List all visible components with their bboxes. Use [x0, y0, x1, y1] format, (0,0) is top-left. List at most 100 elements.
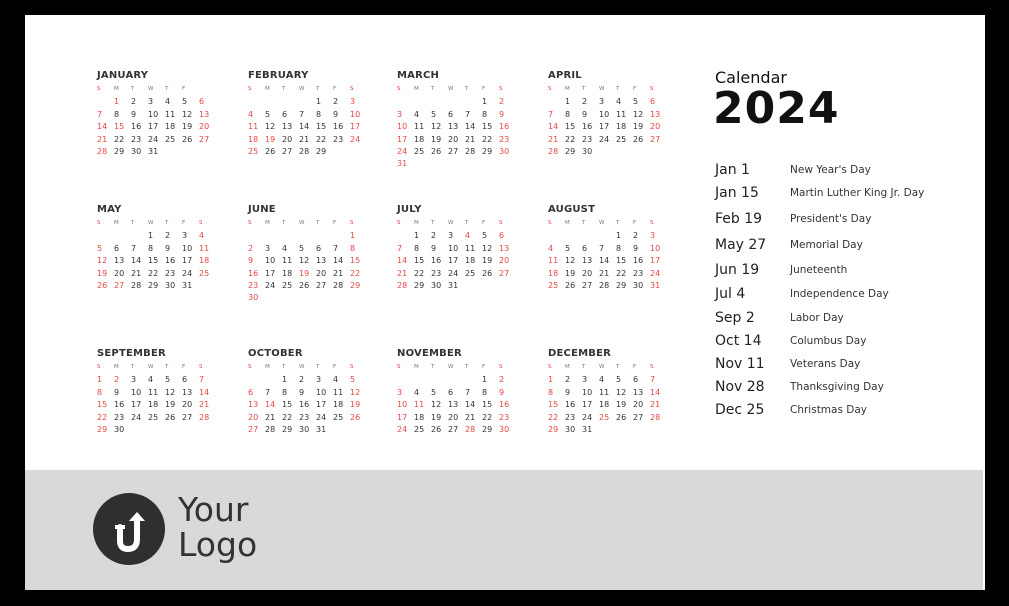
- day-cell: 13: [282, 122, 293, 132]
- day-cell: 22: [548, 412, 559, 422]
- day-cell: 22: [414, 268, 425, 278]
- month-day-grid: S M T W T F 1 2 3 4 5 6 7 8 9 10 11 12 13 14 15 16 17 18 19 20 21 2…: [97, 84, 227, 158]
- day-cell: 3: [148, 97, 154, 107]
- day-cell: 31: [582, 424, 593, 434]
- day-cell: 5: [482, 231, 488, 241]
- day-cell: 24: [182, 268, 193, 278]
- day-cell: 2: [431, 231, 437, 241]
- day-cell: 6: [114, 243, 120, 253]
- month-june: JUNE S M T W T F S 1 2 3 4 5 6 7 8 9 10 11 12 13 14 15 16 17 18 19…: [248, 204, 378, 305]
- day-cell: 30: [582, 146, 593, 156]
- logo-icon: [93, 493, 165, 565]
- day-cell: 20: [499, 256, 510, 266]
- holiday-day-cell: 19: [299, 268, 310, 278]
- day-cell: 4: [414, 387, 420, 397]
- day-cell: 27: [650, 134, 661, 144]
- day-cell: 15: [350, 256, 361, 266]
- holiday-row: Jul 4 Independence Day: [715, 286, 975, 306]
- day-cell: 9: [431, 243, 437, 253]
- day-cell: 8: [616, 243, 622, 253]
- day-cell: 11: [148, 387, 159, 397]
- holiday-name: Thanksgiving Day: [790, 381, 884, 393]
- month-name: FEBRUARY: [248, 70, 309, 81]
- day-cell: 19: [633, 122, 644, 132]
- empty-day-cell: [333, 230, 350, 242]
- day-cell: 20: [582, 268, 593, 278]
- day-cell: 17: [397, 134, 408, 144]
- day-cell: 17: [131, 400, 142, 410]
- day-cell: 15: [316, 122, 327, 132]
- holiday-name: Columbus Day: [790, 335, 867, 347]
- empty-day-cell: [448, 96, 465, 108]
- day-cell: 18: [165, 122, 176, 132]
- holiday-name: President's Day: [790, 213, 872, 225]
- day-cell: 20: [114, 268, 125, 278]
- day-cell: 19: [482, 256, 493, 266]
- month-day-grid: S M T W T F S 1 2 3 4 5 6 7 8 9 10 11 12 13 14 15 16 17 18 19 20 21…: [97, 218, 227, 292]
- day-cell: 10: [182, 243, 193, 253]
- day-cell: 25: [548, 280, 559, 290]
- day-cell: 4: [148, 375, 154, 385]
- day-cell: 10: [350, 109, 361, 119]
- day-cell: 24: [265, 280, 276, 290]
- day-cell: 5: [165, 375, 171, 385]
- day-cell: 8: [114, 109, 120, 119]
- day-cell: 27: [499, 268, 510, 278]
- day-cell: 8: [316, 109, 322, 119]
- holiday-row: Jan 15 Martin Luther King Jr. Day: [715, 185, 975, 205]
- day-cell: 31: [448, 280, 459, 290]
- day-cell: 2: [131, 97, 137, 107]
- day-cell: 13: [316, 256, 327, 266]
- day-cell: 29: [350, 280, 361, 290]
- day-cell: 6: [499, 231, 505, 241]
- holiday-day-cell: 2: [114, 375, 120, 385]
- month-april: APRIL S M T W T F S 1 2 3 4 5 6 7 8 9 10 11 12 13 14 15 16 17 18 1…: [548, 70, 678, 158]
- day-cell: 18: [333, 400, 344, 410]
- day-cell: 10: [265, 256, 276, 266]
- day-cell: 7: [199, 375, 205, 385]
- day-cell: 27: [182, 412, 193, 422]
- day-cell: 7: [131, 243, 137, 253]
- empty-day-cell: [397, 230, 414, 242]
- day-cell: 25: [616, 134, 627, 144]
- day-cell: 30: [431, 280, 442, 290]
- day-cell: 7: [465, 109, 471, 119]
- empty-day-cell: [265, 230, 282, 242]
- day-cell: 16: [633, 256, 644, 266]
- empty-day-cell: [265, 96, 282, 108]
- day-cell: 19: [165, 400, 176, 410]
- holiday-row: Nov 28 Thanksgiving Day: [715, 379, 975, 399]
- day-cell: 16: [565, 400, 576, 410]
- day-cell: 23: [499, 412, 510, 422]
- empty-day-cell: [316, 230, 333, 242]
- day-cell: 10: [397, 400, 408, 410]
- day-cell: 16: [131, 122, 142, 132]
- day-cell: 24: [448, 268, 459, 278]
- day-cell: 27: [633, 412, 644, 422]
- day-cell: 23: [499, 134, 510, 144]
- day-cell: 25: [333, 412, 344, 422]
- day-cell: 11: [282, 256, 293, 266]
- day-cell: 19: [350, 400, 361, 410]
- empty-day-cell: [431, 374, 448, 386]
- day-cell: 20: [182, 400, 193, 410]
- day-cell: 8: [565, 109, 571, 119]
- day-cell: 14: [199, 387, 210, 397]
- holiday-row: Nov 11 Veterans Day: [715, 356, 975, 376]
- day-cell: 24: [582, 412, 593, 422]
- day-cell: 8: [482, 387, 488, 397]
- day-cell: 29: [316, 146, 327, 156]
- day-cell: 21: [599, 268, 610, 278]
- day-cell: 10: [599, 109, 610, 119]
- day-cell: 13: [582, 256, 593, 266]
- day-cell: 2: [499, 97, 505, 107]
- holiday-day-cell: 19: [265, 134, 276, 144]
- holiday-day-cell: 1: [114, 97, 120, 107]
- empty-day-cell: [448, 374, 465, 386]
- day-cell: 18: [199, 256, 210, 266]
- day-cell: 8: [482, 109, 488, 119]
- day-cell: 2: [165, 231, 171, 241]
- day-cell: 20: [248, 412, 259, 422]
- holiday-day-cell: 11: [414, 400, 425, 410]
- day-cell: 11: [414, 122, 425, 132]
